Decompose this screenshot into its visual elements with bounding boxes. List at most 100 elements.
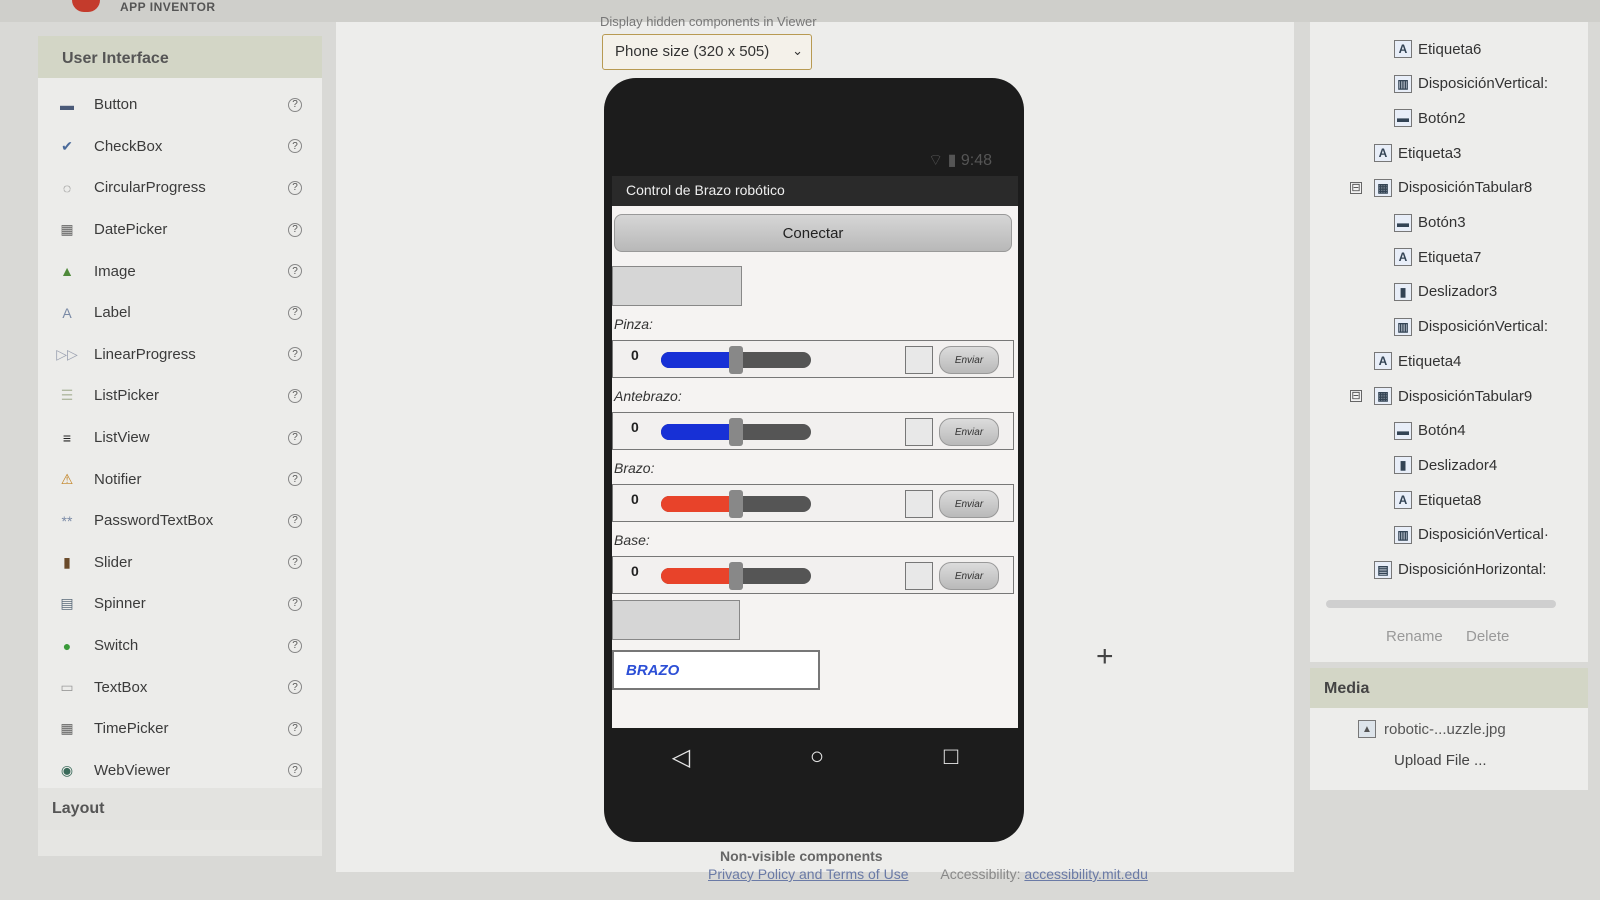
spinner-icon: ▤ [60,595,74,612]
tree-item[interactable]: ▤ DisposiciónHorizontal: [1374,557,1546,583]
checkbox-icon: ✔ [61,137,73,154]
help-icon[interactable]: ? [288,680,302,695]
slider-checkbox[interactable] [905,418,933,446]
palette-item-listpicker[interactable]: ☰ ListPicker? [44,375,316,417]
palette-item-image[interactable]: ▲ Image? [44,250,316,292]
help-icon[interactable]: ? [288,139,302,154]
help-icon[interactable]: ? [288,472,302,487]
help-icon[interactable]: ? [288,264,302,279]
list-picker-icon: ☰ [60,387,74,404]
slider-thumb[interactable] [729,346,743,374]
screen-title-bar[interactable]: Control de Brazo robótico [612,176,1018,206]
time-picker-icon: ▦ [60,720,74,737]
help-icon[interactable]: ? [288,180,302,195]
tree-item[interactable]: ▥ DisposiciónVertical· [1394,522,1549,548]
palette-item-switch[interactable]: ● Switch? [44,625,316,667]
label-icon: A [1374,352,1392,371]
tree-item[interactable]: A Etiqueta8 [1394,487,1481,513]
tree-horizontal-scrollbar[interactable] [1326,600,1556,608]
slider-checkbox[interactable] [905,562,933,590]
chevron-down-icon: ⌄ [792,43,803,58]
phone-size-select[interactable]: Phone size (320 x 505) ⌄ [602,34,812,70]
upload-file-button[interactable]: Upload File ... [1394,752,1487,769]
palette-item-webviewer[interactable]: ◉ WebViewer? [44,750,316,792]
slider-checkbox[interactable] [905,490,933,518]
help-icon[interactable]: ? [288,721,302,736]
help-icon[interactable]: ? [288,347,302,362]
slider-thumb[interactable] [729,562,743,590]
slider-label-1: Antebrazo: [614,388,682,404]
help-icon[interactable]: ? [288,305,302,320]
send-button[interactable]: Enviar [939,418,999,446]
palette-item-textbox[interactable]: ▭ TextBox? [44,666,316,708]
display-hidden-components-checkbox[interactable]: Display hidden components in Viewer [600,14,817,29]
slider-thumb[interactable] [729,418,743,446]
palette-item-label[interactable]: A Label? [44,292,316,334]
help-icon[interactable]: ? [288,513,302,528]
send-button[interactable]: Enviar [939,490,999,518]
palette-item-listview[interactable]: ≡ ListView? [44,417,316,459]
tree-collapse-toggle[interactable]: ⊟ [1350,181,1362,194]
palette-item-spinner[interactable]: ▤ Spinner? [44,583,316,625]
palette-layout-header[interactable]: Layout [38,788,322,830]
palette-item-label: Slider [94,553,133,571]
delete-button[interactable]: Delete [1458,622,1517,651]
privacy-policy-link[interactable]: Privacy Policy and Terms of Use [708,866,908,882]
help-icon[interactable]: ? [288,388,302,403]
tree-item[interactable]: ▮ Deslizador4 [1394,452,1497,478]
palette-item-passwordtextbox[interactable]: ** PasswordTextBox? [44,500,316,542]
tree-item[interactable]: A Etiqueta7 [1394,244,1481,270]
brazo-label[interactable]: BRAZO [612,650,820,690]
placeholder-box-top[interactable] [612,266,742,306]
palette-item-linearprogress[interactable]: ▷▷ LinearProgress? [44,334,316,376]
button-icon: ▬ [60,96,74,113]
palette-item-notifier[interactable]: ⚠ Notifier? [44,458,316,500]
help-icon[interactable]: ? [288,555,302,570]
connect-button[interactable]: Conectar [614,214,1012,252]
palette-item-timepicker[interactable]: ▦ TimePicker? [44,708,316,750]
palette-panel: User Interface ▬ Button? ✔ CheckBox? ◌ Circul… [38,36,322,856]
help-icon[interactable]: ? [288,763,302,778]
slider-label-0: Pinza: [614,316,653,332]
palette-item-slider[interactable]: ▮ Slider? [44,542,316,584]
help-icon[interactable]: ? [288,596,302,611]
rename-button[interactable]: Rename [1378,622,1451,651]
slider-checkbox[interactable] [905,346,933,374]
tree-item[interactable]: ▬ Botón2 [1394,105,1466,131]
send-button[interactable]: Enviar [939,562,999,590]
tree-item-label: Deslizador3 [1418,283,1498,301]
send-button[interactable]: Enviar [939,346,999,374]
tree-collapse-toggle[interactable]: ⊟ [1350,390,1362,402]
media-file-item[interactable]: ▲ robotic-...uzzle.jpg [1358,720,1506,738]
tree-item[interactable]: ▬ Botón4 [1394,418,1466,444]
tree-item-label: Etiqueta6 [1418,40,1482,58]
help-icon[interactable]: ? [288,430,302,445]
help-icon[interactable]: ? [288,638,302,653]
help-icon[interactable]: ? [288,97,302,112]
palette-item-label: WebViewer [94,761,171,779]
list-view-icon: ≡ [62,429,72,446]
tree-item[interactable]: A Etiqueta6 [1394,36,1481,62]
tree-item[interactable]: A Etiqueta3 [1374,140,1461,166]
palette-header[interactable]: User Interface [38,36,322,78]
tree-item[interactable]: ▥ DisposiciónVertical: [1394,314,1548,340]
tree-item[interactable]: ▮ Deslizador3 [1394,279,1497,305]
tree-item[interactable]: ▦ DisposiciónTabular8 [1374,175,1532,201]
palette-item-checkbox[interactable]: ✔ CheckBox? [44,126,316,168]
palette-item-datepicker[interactable]: ▦ DatePicker? [44,209,316,251]
tree-item[interactable]: ▥ DisposiciónVertical: [1394,71,1548,97]
switch-icon: ● [62,637,72,654]
tree-item[interactable]: A Etiqueta4 [1374,348,1461,374]
palette-item-button[interactable]: ▬ Button? [44,84,316,126]
tree-item[interactable]: ▦ DisposiciónTabular9 [1374,383,1532,409]
footer-links: Privacy Policy and Terms of Use Accessib… [708,866,1148,882]
button-icon: ▬ [1394,213,1412,232]
slider-thumb[interactable] [729,490,743,518]
circular-progress-icon: ◌ [62,179,72,196]
placeholder-box-bottom[interactable] [612,600,740,640]
help-icon[interactable]: ? [288,222,302,237]
palette-item-circularprogress[interactable]: ◌ CircularProgress? [44,167,316,209]
accessibility-link[interactable]: accessibility.mit.edu [1024,866,1147,882]
tree-item[interactable]: ▬ Botón3 [1394,210,1466,236]
tree-item-label: DisposiciónTabular9 [1398,387,1533,405]
